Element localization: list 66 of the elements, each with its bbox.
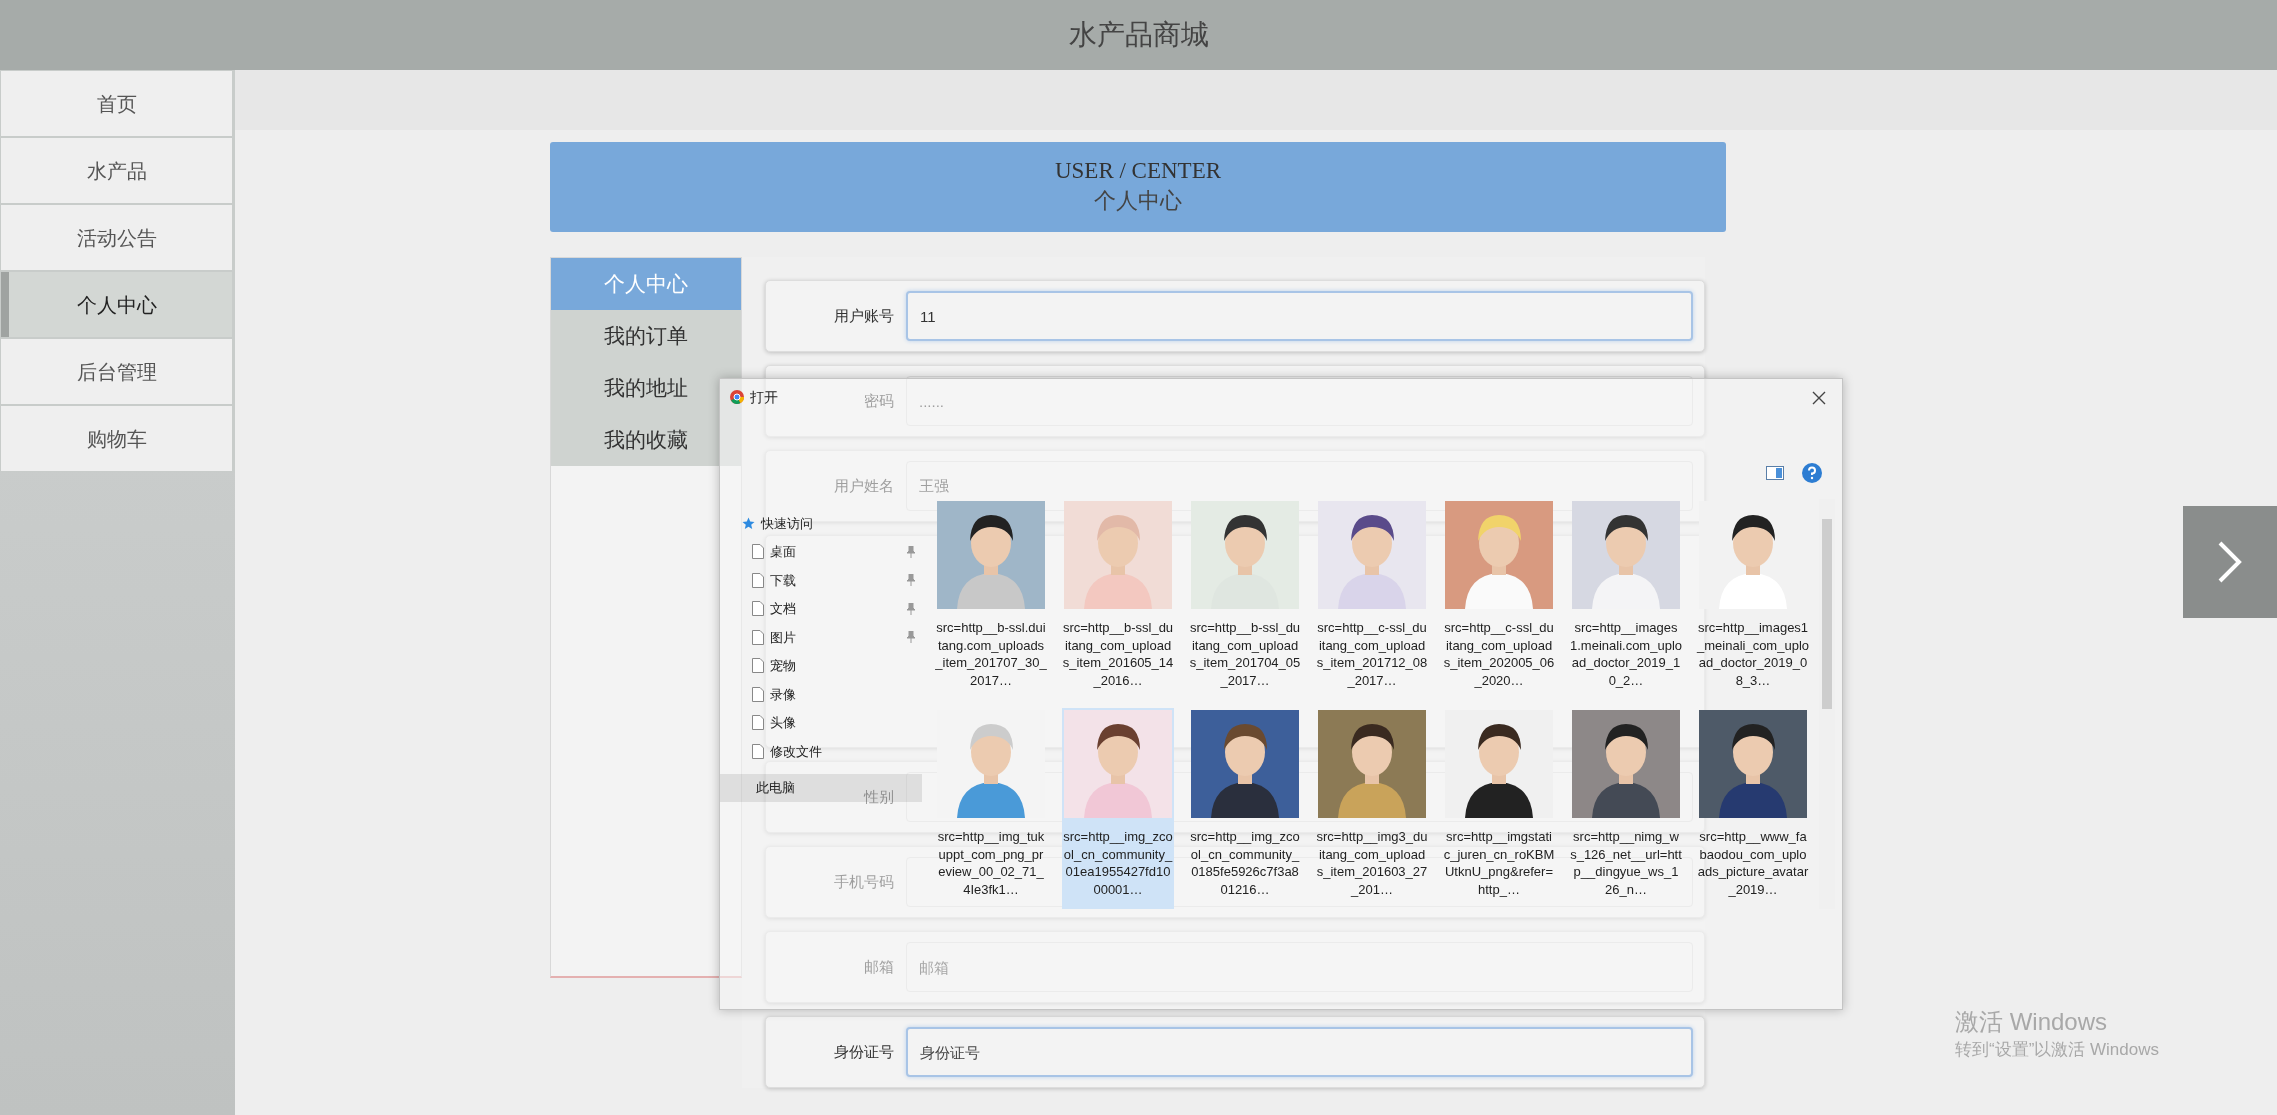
field-label: 身份证号 [834, 1043, 894, 1060]
input-field[interactable]: 邮箱 [906, 942, 1693, 992]
tree-item[interactable]: 图片 [742, 623, 922, 652]
file-name: src=http__www_fabaodou_com_uploads_picture_avatar_2019… [1697, 828, 1809, 898]
file-name: src=http__b-ssl_duitang_com_uploads_item_201605_14_2016… [1062, 619, 1174, 689]
field-label: 用户账号 [834, 307, 894, 324]
field-label: 手机号码 [834, 873, 894, 890]
pin-icon [906, 574, 916, 587]
nav-item[interactable]: 首页 [0, 70, 235, 137]
file-name: src=http__c-ssl_duitang_com_uploads_item_201712_08_2017… [1316, 619, 1428, 689]
tree-item[interactable]: 修改文件 [742, 737, 922, 766]
file-item[interactable]: src=http__img_zcool_cn_community_01ea1955427fd1000001… [1062, 708, 1174, 909]
tree-item[interactable]: 文档 [742, 594, 922, 623]
file-item[interactable]: src=http__www_fabaodou_com_uploads_picture_avatar_2019… [1697, 708, 1809, 909]
nav-item[interactable]: 后台管理 [0, 338, 235, 405]
preview-pane-icon[interactable] [1766, 466, 1784, 480]
input-field[interactable]: 11 [906, 291, 1693, 341]
chevron-right-icon [2217, 540, 2243, 584]
file-name: src=http__images1.meinali.com_upload_doctor_2019_10_2… [1570, 619, 1682, 689]
field-label: 邮箱 [864, 958, 894, 975]
tree-item[interactable]: 快速访问 [742, 509, 922, 538]
nav-item[interactable]: 活动公告 [0, 204, 235, 271]
activation-title: 激活 Windows [1955, 1008, 2109, 1037]
file-name: src=http__img3_duitang_com_uploads_item_201603_27_201… [1316, 828, 1428, 898]
tab[interactable]: 我的订单 [551, 310, 741, 362]
activation-hint: 转到“设置”以激活 Windows [1955, 1038, 2159, 1061]
field-label: 用户姓名 [834, 477, 894, 494]
pin-icon [906, 545, 916, 558]
file-name: src=http__nimg_ws_126_net__url=http__dingyue_ws_126_n… [1570, 828, 1682, 898]
tree-item[interactable]: 宠物 [742, 651, 922, 680]
field-label: 密码 [864, 392, 894, 409]
nav-item[interactable]: 水产品 [0, 137, 235, 204]
tab[interactable]: 我的地址 [551, 362, 741, 414]
pin-icon [906, 602, 916, 615]
file-item[interactable]: src=http__img_zcool_cn_community_0185fe5926c7f3a801216… [1189, 708, 1301, 909]
file-name: src=http__img_tukuppt_com_png_preview_00_02_71_4Ie3fk1… [936, 828, 1046, 898]
file-name: src=http__c-ssl_duitang_com_uploads_item_202005_06_2020… [1443, 619, 1555, 689]
file-name: src=http__images1_meinali_com_upload_doctor_2019_08_3… [1697, 619, 1809, 689]
nav-item[interactable]: 购物车 [0, 405, 235, 472]
file-name: src=http__b-ssl.duitang.com_uploads_item_201707_30_2017… [935, 619, 1047, 689]
file-item[interactable]: src=http__images1_meinali_com_upload_doctor_2019_08_3… [1697, 499, 1809, 700]
nav-item[interactable]: 个人中心 [0, 271, 235, 338]
file-item[interactable]: src=http__img_tukuppt_com_png_preview_00_02_71_4Ie3fk1… [935, 708, 1047, 909]
star-icon [742, 516, 755, 530]
pin-icon [906, 631, 916, 644]
input-field[interactable]: 身份证号 [906, 1027, 1693, 1077]
tree-item[interactable]: 录像 [742, 680, 922, 709]
tree-item[interactable]: 桌面 [742, 537, 922, 566]
tree-item[interactable]: 头像 [742, 708, 922, 737]
file-name: src=http__b-ssl_duitang_com_uploads_item_201704_05_2017… [1189, 619, 1301, 689]
file-name: src=http__img_zcool_cn_community_0185fe5926c7f3a801216… [1189, 828, 1301, 898]
field-label: 性别 [864, 788, 894, 805]
banner-subtitle: 个人中心 [1094, 187, 1182, 216]
file-name: src=http__img_zcool_cn_community_01ea1955427fd1000001… [1062, 828, 1174, 898]
tree-item[interactable]: 下载 [742, 566, 922, 595]
dialog-title: 打开 [750, 387, 778, 407]
file-item[interactable]: src=http__imgstatic_juren_cn_roKBMUtknU_png&refer=http_… [1443, 708, 1555, 909]
close-icon [1812, 391, 1826, 406]
help-icon[interactable] [1802, 463, 1822, 483]
file-name: src=http__imgstatic_juren_cn_roKBMUtknU_png&refer=http_… [1443, 828, 1555, 898]
site-title: 水产品商城 [1068, 18, 1209, 52]
file-item[interactable]: src=http__nimg_ws_126_net__url=http__dingyue_ws_126_n… [1570, 708, 1682, 909]
file-item[interactable]: src=http__img3_duitang_com_uploads_item_201603_27_201… [1316, 708, 1428, 909]
file-icon [752, 743, 764, 759]
tab[interactable]: 我的收藏 [551, 414, 741, 466]
banner-title: USER / CENTER [1054, 156, 1222, 185]
